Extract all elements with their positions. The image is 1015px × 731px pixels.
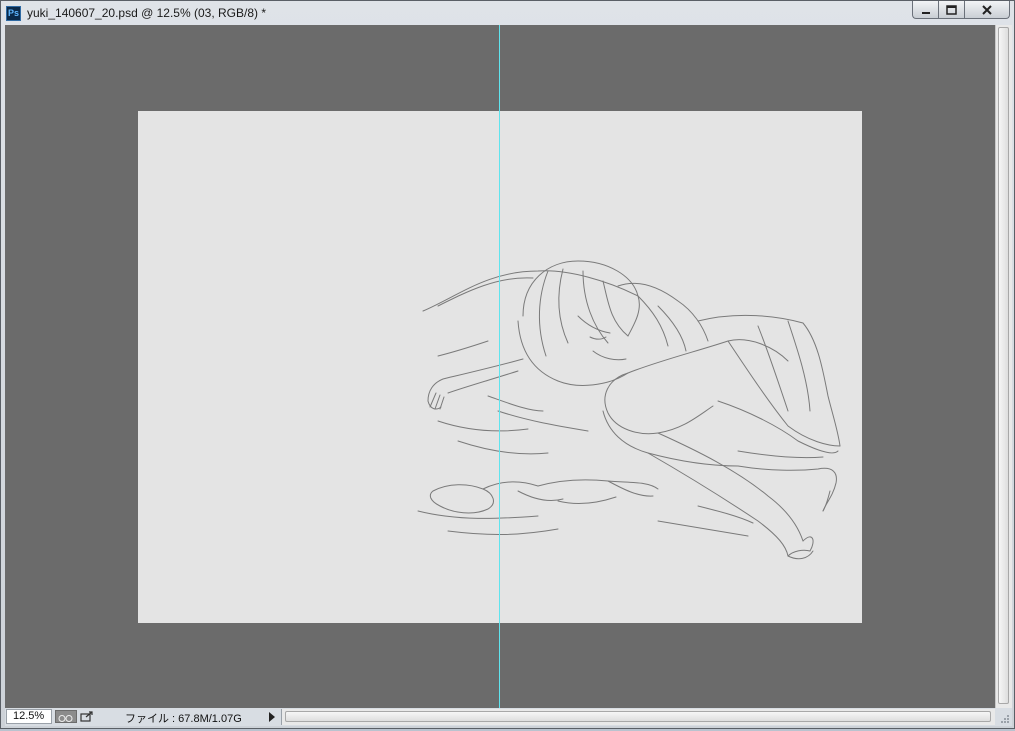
- proof-setup-icon[interactable]: [55, 710, 77, 723]
- image-canvas[interactable]: [138, 111, 862, 623]
- window-title: yuki_140607_20.psd @ 12.5% (03, RGB/8) *: [27, 6, 266, 20]
- maximize-button[interactable]: [938, 1, 964, 19]
- close-button[interactable]: [964, 1, 1010, 19]
- sketch-artwork: [417, 260, 841, 560]
- zoom-level-field[interactable]: 12.5%: [6, 709, 52, 724]
- resize-grip[interactable]: [995, 708, 1012, 726]
- document-window: Ps yuki_140607_20.psd @ 12.5% (03, RGB/8…: [0, 0, 1015, 729]
- share-glyph: [80, 711, 93, 722]
- share-icon[interactable]: [79, 710, 97, 723]
- proof-setup-glyph: [58, 715, 73, 722]
- maximize-icon: [946, 4, 957, 15]
- document-size-info: ファイル : 67.8M/1.07G: [125, 713, 242, 725]
- document-canvas-area[interactable]: [5, 25, 995, 708]
- resize-grip-icon: [1001, 715, 1009, 723]
- triangle-right-icon[interactable]: [269, 712, 275, 722]
- status-bar: 12.5% ファイル : 67.8M/1.07G: [5, 708, 995, 726]
- minimize-button[interactable]: [912, 1, 938, 19]
- title-bar[interactable]: Ps yuki_140607_20.psd @ 12.5% (03, RGB/8…: [1, 1, 1014, 25]
- close-icon: [982, 4, 992, 15]
- horizontal-scrollbar[interactable]: [281, 709, 995, 725]
- photoshop-app-icon: Ps: [6, 6, 21, 21]
- vertical-scrollbar[interactable]: [995, 25, 1012, 708]
- vertical-guide-line[interactable]: [499, 25, 500, 708]
- vertical-scroll-thumb[interactable]: [998, 27, 1009, 704]
- minimize-icon: [921, 11, 930, 14]
- window-controls: [912, 1, 1010, 20]
- horizontal-scroll-thumb[interactable]: [285, 711, 991, 722]
